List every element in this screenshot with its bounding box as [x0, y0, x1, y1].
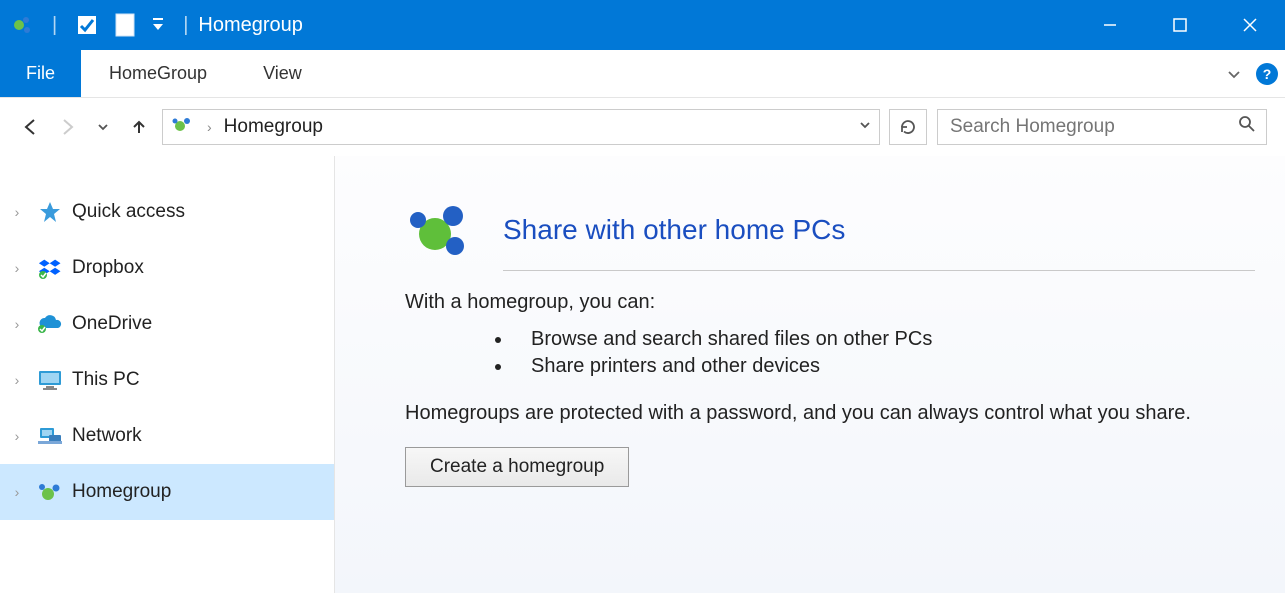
new-folder-icon[interactable] — [111, 11, 139, 39]
content-pane: Share with other home PCs With a homegro… — [335, 156, 1285, 593]
title-bar: | | Homegroup — [0, 0, 1285, 50]
heading-divider — [503, 270, 1255, 271]
help-button[interactable]: ? — [1249, 50, 1285, 97]
chevron-right-icon[interactable]: › — [6, 260, 28, 276]
onedrive-icon — [36, 310, 64, 338]
refresh-button[interactable] — [889, 109, 927, 145]
sidebar-item-network[interactable]: › Network — [0, 408, 334, 464]
navigation-pane: › Quick access › Dropbox › OneDrive › — [0, 156, 335, 593]
sidebar-item-quick-access[interactable]: › Quick access — [0, 184, 334, 240]
navigation-row: › Homegroup — [0, 98, 1285, 156]
window-title: Homegroup — [198, 14, 303, 37]
sidebar-item-label: Network — [72, 425, 142, 447]
qat-divider-2: | — [183, 14, 188, 37]
sidebar-item-dropbox[interactable]: › Dropbox — [0, 240, 334, 296]
help-icon: ? — [1256, 63, 1278, 85]
qat-dropdown-icon[interactable] — [149, 11, 167, 39]
recent-locations-dropdown[interactable] — [90, 114, 116, 140]
network-icon — [36, 422, 64, 450]
address-bar[interactable]: › Homegroup — [162, 109, 880, 145]
content-bullet: Share printers and other devices — [513, 355, 1255, 378]
address-dropdown-icon[interactable] — [859, 118, 871, 136]
tab-file[interactable]: File — [0, 50, 81, 97]
sidebar-item-label: Quick access — [72, 201, 185, 223]
search-icon[interactable] — [1238, 115, 1256, 139]
quick-access-icon — [36, 198, 64, 226]
quick-access-toolbar: | | — [8, 11, 194, 39]
sidebar-item-label: Dropbox — [72, 257, 144, 279]
forward-button[interactable] — [54, 114, 80, 140]
sidebar-item-label: Homegroup — [72, 481, 171, 503]
search-box[interactable] — [937, 109, 1267, 145]
homegroup-icon[interactable] — [8, 11, 36, 39]
back-button[interactable] — [18, 114, 44, 140]
content-heading: Share with other home PCs — [503, 214, 1255, 246]
chevron-right-icon[interactable]: › — [6, 428, 28, 444]
tab-view[interactable]: View — [235, 50, 330, 97]
dropbox-icon — [36, 254, 64, 282]
search-input[interactable] — [948, 115, 1238, 139]
close-button[interactable] — [1215, 0, 1285, 50]
qat-divider: | — [52, 14, 57, 37]
sidebar-item-homegroup[interactable]: › Homegroup — [0, 464, 334, 520]
sidebar-item-this-pc[interactable]: › This PC — [0, 352, 334, 408]
up-button[interactable] — [126, 114, 152, 140]
chevron-right-icon[interactable]: › — [6, 204, 28, 220]
maximize-button[interactable] — [1145, 0, 1215, 50]
homegroup-icon — [171, 113, 195, 142]
ribbon-collapse-icon[interactable] — [1219, 50, 1249, 97]
chevron-right-icon[interactable]: › — [6, 316, 28, 332]
homegroup-large-icon — [405, 196, 473, 264]
content-bullet: Browse and search shared files on other … — [513, 328, 1255, 351]
sidebar-item-label: This PC — [72, 369, 140, 391]
chevron-right-icon[interactable]: › — [6, 372, 28, 388]
sidebar-item-label: OneDrive — [72, 313, 152, 335]
content-intro: With a homegroup, you can: — [405, 291, 1255, 314]
chevron-right-icon[interactable]: › — [6, 484, 28, 500]
create-homegroup-button[interactable]: Create a homegroup — [405, 447, 629, 487]
minimize-button[interactable] — [1075, 0, 1145, 50]
breadcrumb-location[interactable]: Homegroup — [224, 116, 323, 138]
tab-homegroup[interactable]: HomeGroup — [81, 50, 235, 97]
this-pc-icon — [36, 366, 64, 394]
ribbon: File HomeGroup View ? — [0, 50, 1285, 98]
content-note: Homegroups are protected with a password… — [405, 402, 1255, 425]
breadcrumb-separator-icon[interactable]: › — [207, 119, 212, 135]
content-bullet-list: Browse and search shared files on other … — [473, 328, 1255, 378]
homegroup-icon — [36, 478, 64, 506]
sidebar-item-onedrive[interactable]: › OneDrive — [0, 296, 334, 352]
properties-icon[interactable] — [73, 11, 101, 39]
